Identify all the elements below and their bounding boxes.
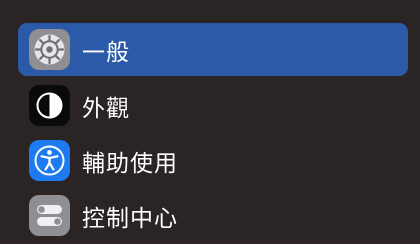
gear-icon [29, 29, 70, 70]
sidebar-item-appearance[interactable]: 外觀 [18, 79, 408, 132]
sidebar-item-accessibility[interactable]: 輔助使用 [18, 134, 408, 187]
sidebar-item-label: 一般 [82, 39, 130, 66]
sidebar-item-label: 控制中心 [82, 205, 178, 232]
appearance-icon [29, 85, 70, 126]
settings-sidebar: 一般 外觀 輔助使用 控制中心 [0, 0, 420, 244]
sidebar-item-general[interactable]: 一般 [18, 23, 408, 76]
sidebar-item-label: 外觀 [82, 95, 130, 122]
sidebar-item-label: 輔助使用 [82, 150, 178, 177]
control-center-icon [29, 195, 70, 236]
sidebar-item-control-center[interactable]: 控制中心 [18, 189, 408, 242]
accessibility-icon [29, 140, 70, 181]
